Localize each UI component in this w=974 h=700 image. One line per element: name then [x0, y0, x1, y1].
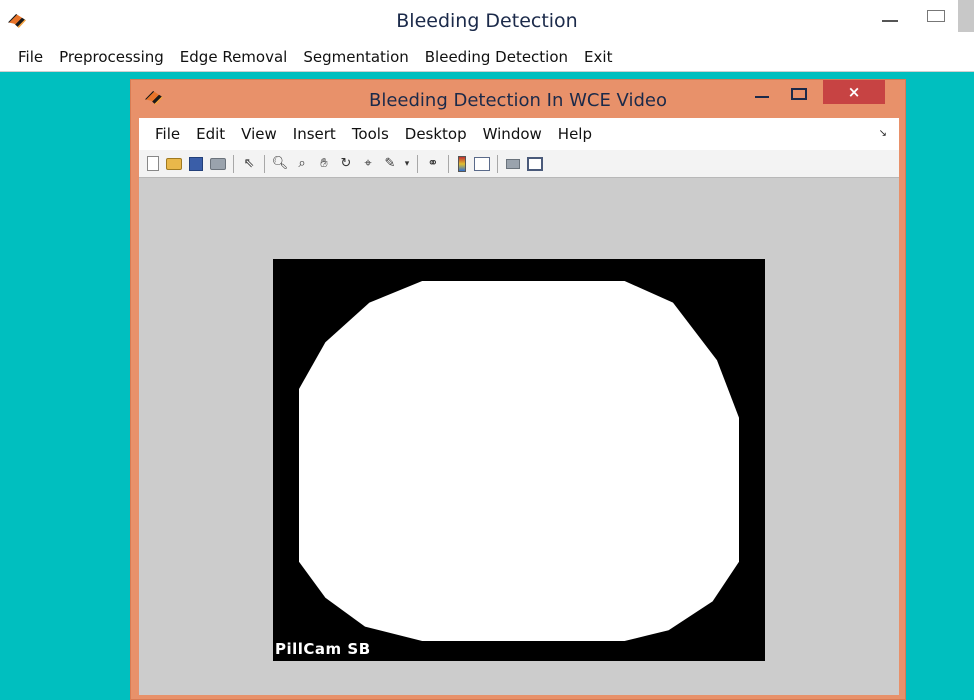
figure-menubar: File Edit View Insert Tools Desktop Wind…: [139, 118, 899, 150]
toolbar-separator: [448, 154, 449, 173]
segmented-region: [299, 281, 739, 641]
menu-edge-removal[interactable]: Edge Removal: [172, 48, 296, 66]
data-cursor-icon[interactable]: ⌖: [359, 155, 377, 173]
figure-toolbar: ⇖ 🔍︎ ⌕ ✋︎ ↻ ⌖ ✎ ▾ ⚭: [139, 150, 899, 178]
save-figure-icon[interactable]: [189, 156, 203, 171]
toolbar-separator: [233, 154, 234, 173]
figure-minimize-button[interactable]: [749, 80, 777, 110]
new-figure-icon[interactable]: [147, 156, 159, 171]
segmented-image: PillCam SB: [273, 259, 765, 661]
menu-exit[interactable]: Exit: [576, 48, 620, 66]
zoom-out-icon[interactable]: ⌕: [293, 155, 311, 173]
main-menubar: File Preprocessing Edge Removal Segmenta…: [0, 42, 974, 72]
main-window-title: Bleeding Detection: [396, 10, 578, 32]
figure-menu-edit[interactable]: Edit: [188, 125, 233, 143]
main-titlebar: Bleeding Detection: [0, 0, 974, 42]
menu-bleeding-detection[interactable]: Bleeding Detection: [417, 48, 576, 66]
show-plot-tools-icon[interactable]: [527, 156, 543, 171]
edit-plot-arrow-icon[interactable]: ⇖: [240, 155, 258, 173]
figure-titlebar[interactable]: Bleeding Detection In WCE Video ×: [131, 80, 905, 118]
figure-menu-file[interactable]: File: [147, 125, 188, 143]
menu-file[interactable]: File: [10, 48, 51, 66]
brush-dropdown-icon[interactable]: ▾: [403, 155, 411, 173]
figure-menu-desktop[interactable]: Desktop: [397, 125, 475, 143]
brush-icon[interactable]: ✎: [381, 155, 399, 173]
open-file-icon[interactable]: [166, 157, 182, 170]
toolbar-separator: [264, 154, 265, 173]
maximize-button[interactable]: [918, 0, 954, 32]
insert-legend-icon[interactable]: [474, 156, 490, 171]
close-button[interactable]: [958, 0, 974, 32]
figure-maximize-button[interactable]: [785, 80, 813, 110]
figure-menu-window[interactable]: Window: [475, 125, 550, 143]
zoom-in-icon[interactable]: 🔍︎: [271, 155, 289, 173]
insert-colorbar-icon[interactable]: [458, 155, 466, 172]
figure-menu-tools[interactable]: Tools: [344, 125, 397, 143]
toolbar-separator: [417, 154, 418, 173]
link-plot-icon[interactable]: ⚭: [424, 155, 442, 173]
dock-arrow-icon[interactable]: ↘: [879, 128, 887, 139]
figure-close-button[interactable]: ×: [823, 80, 885, 104]
hide-plot-tools-icon[interactable]: [506, 158, 520, 169]
figure-client-area: File Edit View Insert Tools Desktop Wind…: [139, 118, 899, 695]
print-figure-icon[interactable]: [210, 157, 226, 170]
figure-menu-view[interactable]: View: [233, 125, 285, 143]
menu-preprocessing[interactable]: Preprocessing: [51, 48, 172, 66]
figure-menu-help[interactable]: Help: [550, 125, 600, 143]
image-caption: PillCam SB: [275, 640, 371, 658]
minimize-button[interactable]: [872, 0, 908, 32]
figure-menu-insert[interactable]: Insert: [285, 125, 344, 143]
figure-window: Bleeding Detection In WCE Video × File E…: [130, 79, 906, 700]
pan-hand-icon[interactable]: ✋︎: [315, 155, 333, 173]
menu-segmentation[interactable]: Segmentation: [295, 48, 416, 66]
rotate-3d-icon[interactable]: ↻: [337, 155, 355, 173]
toolbar-separator: [497, 154, 498, 173]
